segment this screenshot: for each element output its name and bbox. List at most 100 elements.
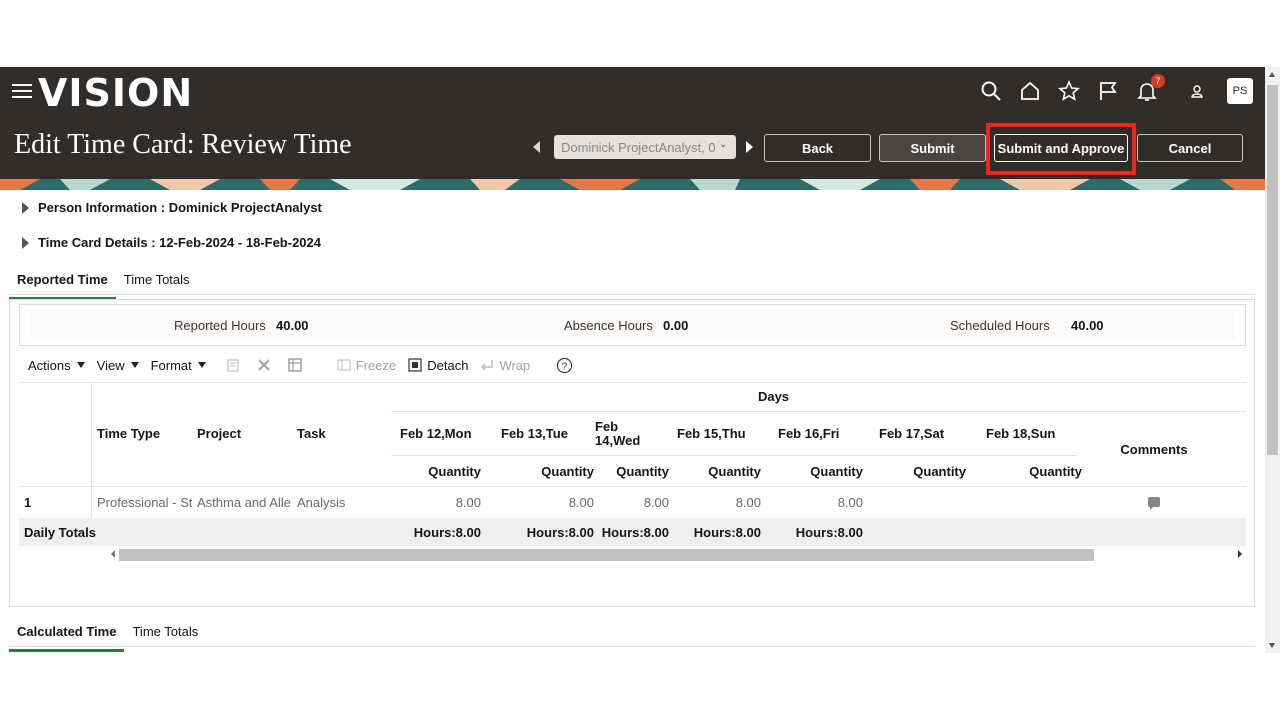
person-navigator: Dominick ProjectAnalyst, 0 ⌄ (530, 135, 756, 159)
help-icon[interactable]: ? (556, 357, 573, 374)
person-select-value: Dominick ProjectAnalyst, 0 (561, 139, 716, 155)
expand-triangle-icon (22, 236, 29, 249)
table-settings-icon[interactable] (288, 358, 307, 372)
search-icon[interactable] (977, 77, 1005, 105)
page-title: Edit Time Card: Review Time (14, 129, 352, 160)
quantity-cell[interactable]: 8.00 (661, 487, 761, 517)
cancel-button[interactable]: Cancel (1137, 134, 1243, 162)
actions-menu[interactable]: Actions (28, 358, 85, 373)
scroll-right-icon[interactable] (1238, 550, 1242, 558)
freeze-label: Freeze (355, 357, 397, 373)
delete-icon[interactable] (257, 358, 276, 372)
actions-label: Actions (28, 357, 71, 373)
absence-hours-label: Absence Hours (564, 318, 653, 333)
quantity-cell[interactable]: 8.00 (494, 487, 594, 517)
column-header-day[interactable]: Feb 18,Sun (986, 412, 1086, 455)
person-icon[interactable] (1183, 77, 1211, 105)
reported-tabs: Reported Time Time Totals (9, 272, 198, 300)
scroll-up-icon[interactable] (1269, 72, 1275, 77)
column-header-day[interactable]: Feb 14,Wed (595, 412, 665, 455)
tab-divider (9, 294, 1255, 295)
next-person-button[interactable] (742, 136, 756, 158)
detach-button[interactable]: Detach (408, 358, 468, 373)
person-select[interactable]: Dominick ProjectAnalyst, 0 ⌄ (554, 135, 736, 159)
comment-icon-cell[interactable] (1089, 487, 1219, 517)
person-information-toggle[interactable]: Person Information : Dominick ProjectAna… (22, 200, 322, 215)
daily-total-value (982, 518, 1082, 546)
quantity-cell[interactable]: 8.00 (391, 487, 481, 517)
svg-text:?: ? (562, 361, 568, 372)
chevron-down-icon: ⌄ (719, 139, 731, 151)
tab-reported-time[interactable]: Reported Time (9, 272, 116, 300)
daily-total-value: Hours:8.00 (601, 524, 669, 540)
notification-badge: 7 (1151, 74, 1165, 88)
back-button[interactable]: Back (764, 134, 871, 162)
decorative-banner (0, 179, 1265, 190)
column-header-comments[interactable]: Comments (1089, 412, 1219, 486)
project-cell[interactable]: Asthma and Alle (197, 487, 292, 517)
home-icon[interactable] (1016, 77, 1044, 105)
task-cell[interactable]: Analysis (297, 487, 387, 517)
reported-hours-label: Reported Hours (174, 318, 266, 333)
freeze-button[interactable]: Freeze (337, 358, 396, 373)
comment-icon[interactable] (1148, 497, 1160, 510)
quantity-cell[interactable]: 8.00 (594, 487, 669, 517)
scheduled-hours-label: Scheduled Hours (950, 318, 1050, 333)
horizontal-scrollbar[interactable] (109, 546, 1246, 562)
format-menu[interactable]: Format (151, 358, 206, 373)
daily-totals-label: Daily Totals (24, 524, 97, 540)
absence-hours-value: 0.00 (663, 318, 689, 333)
quantity-header: Quantity (810, 463, 863, 479)
previous-person-button[interactable] (530, 136, 544, 158)
tab-time-totals[interactable]: Time Totals (116, 272, 198, 300)
menu-icon[interactable] (12, 84, 32, 100)
time-card-details-toggle[interactable]: Time Card Details : 12-Feb-2024 - 18-Feb… (22, 235, 321, 250)
wrap-button[interactable]: Wrap (480, 358, 530, 373)
flag-icon[interactable] (1094, 77, 1122, 105)
daily-total-value: Hours:8.00 (795, 524, 863, 540)
column-header-day[interactable]: Feb 13,Tue (501, 412, 601, 455)
column-header-project[interactable]: Project (197, 412, 292, 455)
daily-total-value (866, 518, 966, 546)
daily-total-value: Hours:8.00 (693, 524, 761, 540)
column-header-task[interactable]: Task (297, 412, 387, 455)
column-header-day[interactable]: Feb 15,Thu (677, 412, 777, 455)
tab-calculated-time[interactable]: Calculated Time (9, 624, 125, 652)
caret-down-icon (76, 362, 85, 368)
scroll-thumb[interactable] (119, 549, 1094, 561)
bell-icon[interactable]: 7 (1133, 74, 1165, 105)
user-avatar[interactable]: PS (1227, 78, 1253, 104)
view-menu[interactable]: View (97, 358, 139, 373)
column-header-day[interactable]: Feb 12,Mon (400, 412, 500, 455)
column-header-day[interactable]: Feb 16,Fri (778, 412, 878, 455)
quantity-header: Quantity (428, 463, 481, 479)
quantity-header: Quantity (1029, 463, 1082, 479)
time-card-details-label: Time Card Details : 12-Feb-2024 - 18-Feb… (38, 235, 321, 250)
quantity-cell[interactable] (982, 487, 1082, 517)
row-number[interactable]: 1 (24, 487, 84, 517)
scroll-thumb[interactable] (1267, 85, 1278, 455)
scroll-left-icon[interactable] (111, 550, 115, 558)
column-header-time-type[interactable]: Time Type (97, 412, 192, 455)
daily-total-value: Hours:8.00 (413, 524, 481, 540)
quantity-cell[interactable]: 8.00 (763, 487, 863, 517)
submit-button[interactable]: Submit (879, 134, 986, 162)
copy-icon[interactable] (226, 358, 245, 372)
vertical-scrollbar[interactable] (1265, 67, 1280, 653)
app-window: VISION 7 PS Edit Time Card: Review Time … (0, 67, 1265, 653)
daily-totals-row: Daily Totals Hours:8.00 Hours:8.00 Hours… (19, 518, 1246, 546)
detach-icon (408, 358, 422, 372)
quantity-header: Quantity (913, 463, 966, 479)
highlight-box (986, 123, 1136, 175)
freeze-icon (337, 359, 351, 371)
scroll-down-icon[interactable] (1269, 643, 1275, 648)
column-header-day[interactable]: Feb 17,Sat (879, 412, 979, 455)
star-icon[interactable] (1055, 77, 1083, 105)
time-type-cell[interactable]: Professional - St (97, 487, 192, 517)
reported-time-panel: Reported Hours 40.00 Absence Hours 0.00 … (9, 299, 1255, 607)
table-toolbar: Actions View Format Freeze Detach Wrap ? (28, 354, 585, 376)
scheduled-hours-value: 40.00 (1071, 318, 1104, 333)
tab-calculated-time-totals[interactable]: Time Totals (124, 624, 206, 652)
expand-triangle-icon (22, 201, 29, 214)
quantity-cell[interactable] (866, 487, 966, 517)
